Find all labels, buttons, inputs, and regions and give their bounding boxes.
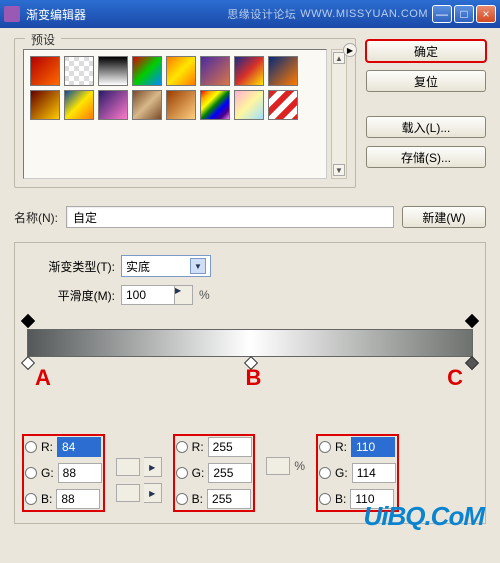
radio-r[interactable] (319, 441, 331, 453)
presets-grid[interactable] (23, 49, 327, 179)
gradient-editor: A B C (27, 315, 473, 371)
color-swatch[interactable] (116, 484, 140, 502)
preset-swatch[interactable] (98, 90, 128, 120)
color-swatch[interactable] (116, 458, 140, 476)
smoothness-label: 平滑度(M): (25, 287, 115, 304)
app-icon (4, 6, 20, 22)
presets-fieldset: 预设 ▶ (14, 38, 356, 188)
ok-button[interactable]: 确定 (366, 40, 486, 62)
window-title: 渐变编辑器 (26, 6, 86, 23)
a-g-input[interactable]: 88 (58, 463, 102, 483)
ok-label: 确定 (414, 43, 438, 60)
preset-swatch[interactable] (64, 56, 94, 86)
save-label: 存储(S)... (401, 149, 451, 166)
chevron-right-icon[interactable]: ▶ (144, 483, 162, 503)
c-g-input[interactable]: 114 (352, 463, 396, 483)
a-r-input[interactable]: 84 (57, 437, 101, 457)
watermark-site: 思缘设计论坛 (227, 6, 296, 22)
gradient-bar[interactable] (27, 329, 473, 357)
preset-swatch[interactable] (200, 56, 230, 86)
presets-legend: 预设 (25, 31, 61, 48)
preset-swatch[interactable] (98, 56, 128, 86)
preset-swatch[interactable] (30, 90, 60, 120)
smoothness-dropdown-icon[interactable]: ▶ (175, 285, 193, 305)
r-label: R: (192, 440, 204, 454)
footer-logo: UiBQ.CoM (363, 501, 484, 532)
presets-menu-button[interactable]: ▶ (343, 43, 357, 57)
watermark-url: WWW.MISSYUAN.COM (300, 8, 428, 20)
preset-swatch[interactable] (200, 90, 230, 120)
close-button[interactable]: × (476, 5, 496, 23)
preset-swatch[interactable] (268, 56, 298, 86)
b-label: B: (335, 492, 346, 506)
b-r-input[interactable]: 255 (208, 437, 252, 457)
name-label: 名称(N): (14, 209, 58, 226)
scroll-down-icon[interactable]: ▼ (333, 164, 345, 176)
b-label: B: (192, 492, 203, 506)
percent-label: % (294, 459, 305, 473)
preset-swatch[interactable] (132, 56, 162, 86)
g-label: G: (41, 466, 54, 480)
reset-label: 复位 (414, 73, 438, 90)
b-b-input[interactable]: 255 (207, 489, 251, 509)
annotation-a: A (35, 365, 51, 391)
chevron-down-icon: ▼ (190, 258, 206, 274)
rgb-group-a: R:84 G:88 B:88 (25, 437, 102, 509)
minimize-button[interactable]: — (432, 5, 452, 23)
smoothness-unit: % (199, 288, 210, 302)
save-button[interactable]: 存储(S)... (366, 146, 486, 168)
preset-swatch[interactable] (30, 56, 60, 86)
radio-b[interactable] (25, 493, 37, 505)
radio-g[interactable] (25, 467, 37, 479)
preset-swatch[interactable] (166, 56, 196, 86)
r-label: R: (41, 440, 53, 454)
maximize-button[interactable]: □ (454, 5, 474, 23)
rgb-group-c: R:110 G:114 B:110 (319, 437, 396, 509)
gradient-type-label: 渐变类型(T): (25, 258, 115, 275)
preset-swatch[interactable] (268, 90, 298, 120)
r-label: R: (335, 440, 347, 454)
new-button[interactable]: 新建(W) (402, 206, 486, 228)
preset-swatch[interactable] (234, 56, 264, 86)
annotation-b: B (246, 365, 262, 391)
presets-scrollbar[interactable]: ▲ ▼ (331, 49, 347, 179)
radio-g[interactable] (176, 467, 188, 479)
name-input[interactable] (66, 206, 394, 228)
color-stop-c[interactable] (467, 357, 477, 369)
preset-swatch[interactable] (234, 90, 264, 120)
extra-col-a: ▶ ▶ (116, 437, 162, 503)
preset-swatch[interactable] (64, 90, 94, 120)
g-label: G: (192, 466, 205, 480)
extra-col-b: % (266, 437, 305, 495)
radio-b[interactable] (176, 493, 188, 505)
radio-r[interactable] (25, 441, 37, 453)
b-label: B: (41, 492, 52, 506)
reset-button[interactable]: 复位 (366, 70, 486, 92)
radio-g[interactable] (319, 467, 331, 479)
preset-swatch[interactable] (132, 90, 162, 120)
gradient-type-value: 实底 (126, 258, 150, 275)
opacity-stop[interactable] (467, 315, 477, 327)
g-label: G: (335, 466, 348, 480)
titlebar: 渐变编辑器 思缘设计论坛 WWW.MISSYUAN.COM — □ × (0, 0, 500, 28)
smoothness-input[interactable]: 100 (121, 285, 175, 305)
chevron-right-icon[interactable]: ▶ (144, 457, 162, 477)
radio-r[interactable] (176, 441, 188, 453)
c-r-input[interactable]: 110 (351, 437, 395, 457)
color-stop-a[interactable] (23, 357, 33, 369)
b-g-input[interactable]: 255 (208, 463, 252, 483)
radio-b[interactable] (319, 493, 331, 505)
a-b-input[interactable]: 88 (56, 489, 100, 509)
gradient-settings: 渐变类型(T): 实底 ▼ 平滑度(M): 100 ▶ % (14, 242, 486, 524)
preset-swatch[interactable] (166, 90, 196, 120)
color-swatch[interactable] (266, 457, 290, 475)
annotation-c: C (447, 365, 463, 391)
new-label: 新建(W) (422, 209, 465, 226)
gradient-type-select[interactable]: 实底 ▼ (121, 255, 211, 277)
rgb-group-b: R: 255 G:255 B: 255 (176, 437, 253, 509)
load-label: 载入(L)... (402, 119, 451, 136)
load-button[interactable]: 载入(L)... (366, 116, 486, 138)
opacity-stop[interactable] (23, 315, 33, 327)
